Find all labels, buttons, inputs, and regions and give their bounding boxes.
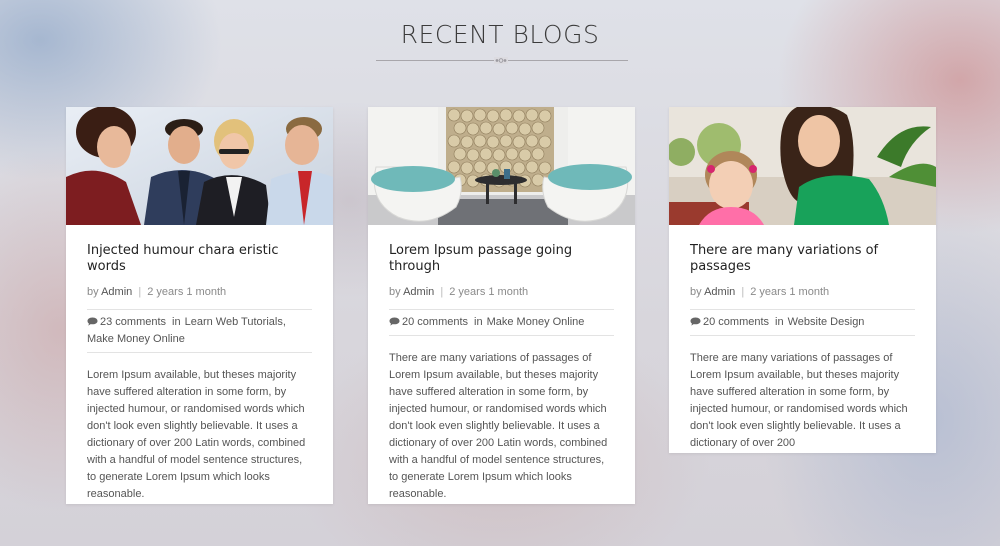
in-label: in — [775, 316, 784, 328]
comment-icon — [87, 317, 98, 326]
card-meta: by Admin | 2 years 1 month — [389, 285, 614, 310]
meta-separator: | — [440, 286, 444, 298]
mother-child-photo[interactable] — [669, 107, 936, 225]
blog-card: There are many variations of passages by… — [669, 107, 936, 453]
card-info: 23 comments in Learn Web Tutorials, Make M… — [87, 310, 312, 353]
card-info: 20 comments in Website Design — [690, 310, 915, 336]
post-date: 2 years 1 month — [449, 286, 529, 298]
card-excerpt: Lorem Ipsum available, but theses majori… — [87, 369, 306, 500]
card-info: 20 comments in Make Money Online — [389, 310, 614, 336]
comments-link[interactable]: 20 comments — [402, 316, 468, 328]
category-links[interactable]: Website Design — [788, 316, 865, 328]
card-title-link[interactable]: There are many variations of passages — [690, 243, 915, 275]
card-excerpt: There are many variations of passages of… — [690, 352, 908, 449]
blog-card: Injected humour chara eristic words by A… — [66, 107, 333, 504]
divider-ornament-icon — [494, 57, 508, 64]
by-label: by — [87, 286, 99, 298]
by-label: by — [389, 286, 401, 298]
post-date: 2 years 1 month — [147, 286, 227, 298]
by-label: by — [690, 286, 702, 298]
comment-icon — [389, 317, 400, 326]
card-title-link[interactable]: Lorem Ipsum passage going through — [389, 243, 614, 275]
card-meta: by Admin | 2 years 1 month — [87, 285, 312, 310]
in-label: in — [474, 316, 483, 328]
post-date: 2 years 1 month — [750, 286, 830, 298]
in-label: in — [172, 316, 181, 328]
author-link[interactable]: Admin — [101, 286, 132, 298]
author-link[interactable]: Admin — [403, 286, 434, 298]
section-title: RECENT BLOGS — [400, 20, 600, 49]
card-title-link[interactable]: Injected humour chara eristic words — [87, 243, 312, 275]
comments-link[interactable]: 20 comments — [703, 316, 769, 328]
card-meta: by Admin | 2 years 1 month — [690, 285, 915, 310]
business-team-photo[interactable] — [66, 107, 333, 225]
comments-link[interactable]: 23 comments — [100, 316, 166, 328]
blog-card: Lorem Ipsum passage going through by Adm… — [368, 107, 635, 504]
category-links[interactable]: Make Money Online — [487, 316, 585, 328]
author-link[interactable]: Admin — [704, 286, 735, 298]
card-excerpt: There are many variations of passages of… — [389, 352, 608, 500]
comment-icon — [690, 317, 701, 326]
meta-separator: | — [741, 286, 745, 298]
lounge-chairs-photo[interactable] — [368, 107, 635, 225]
meta-separator: | — [138, 286, 142, 298]
